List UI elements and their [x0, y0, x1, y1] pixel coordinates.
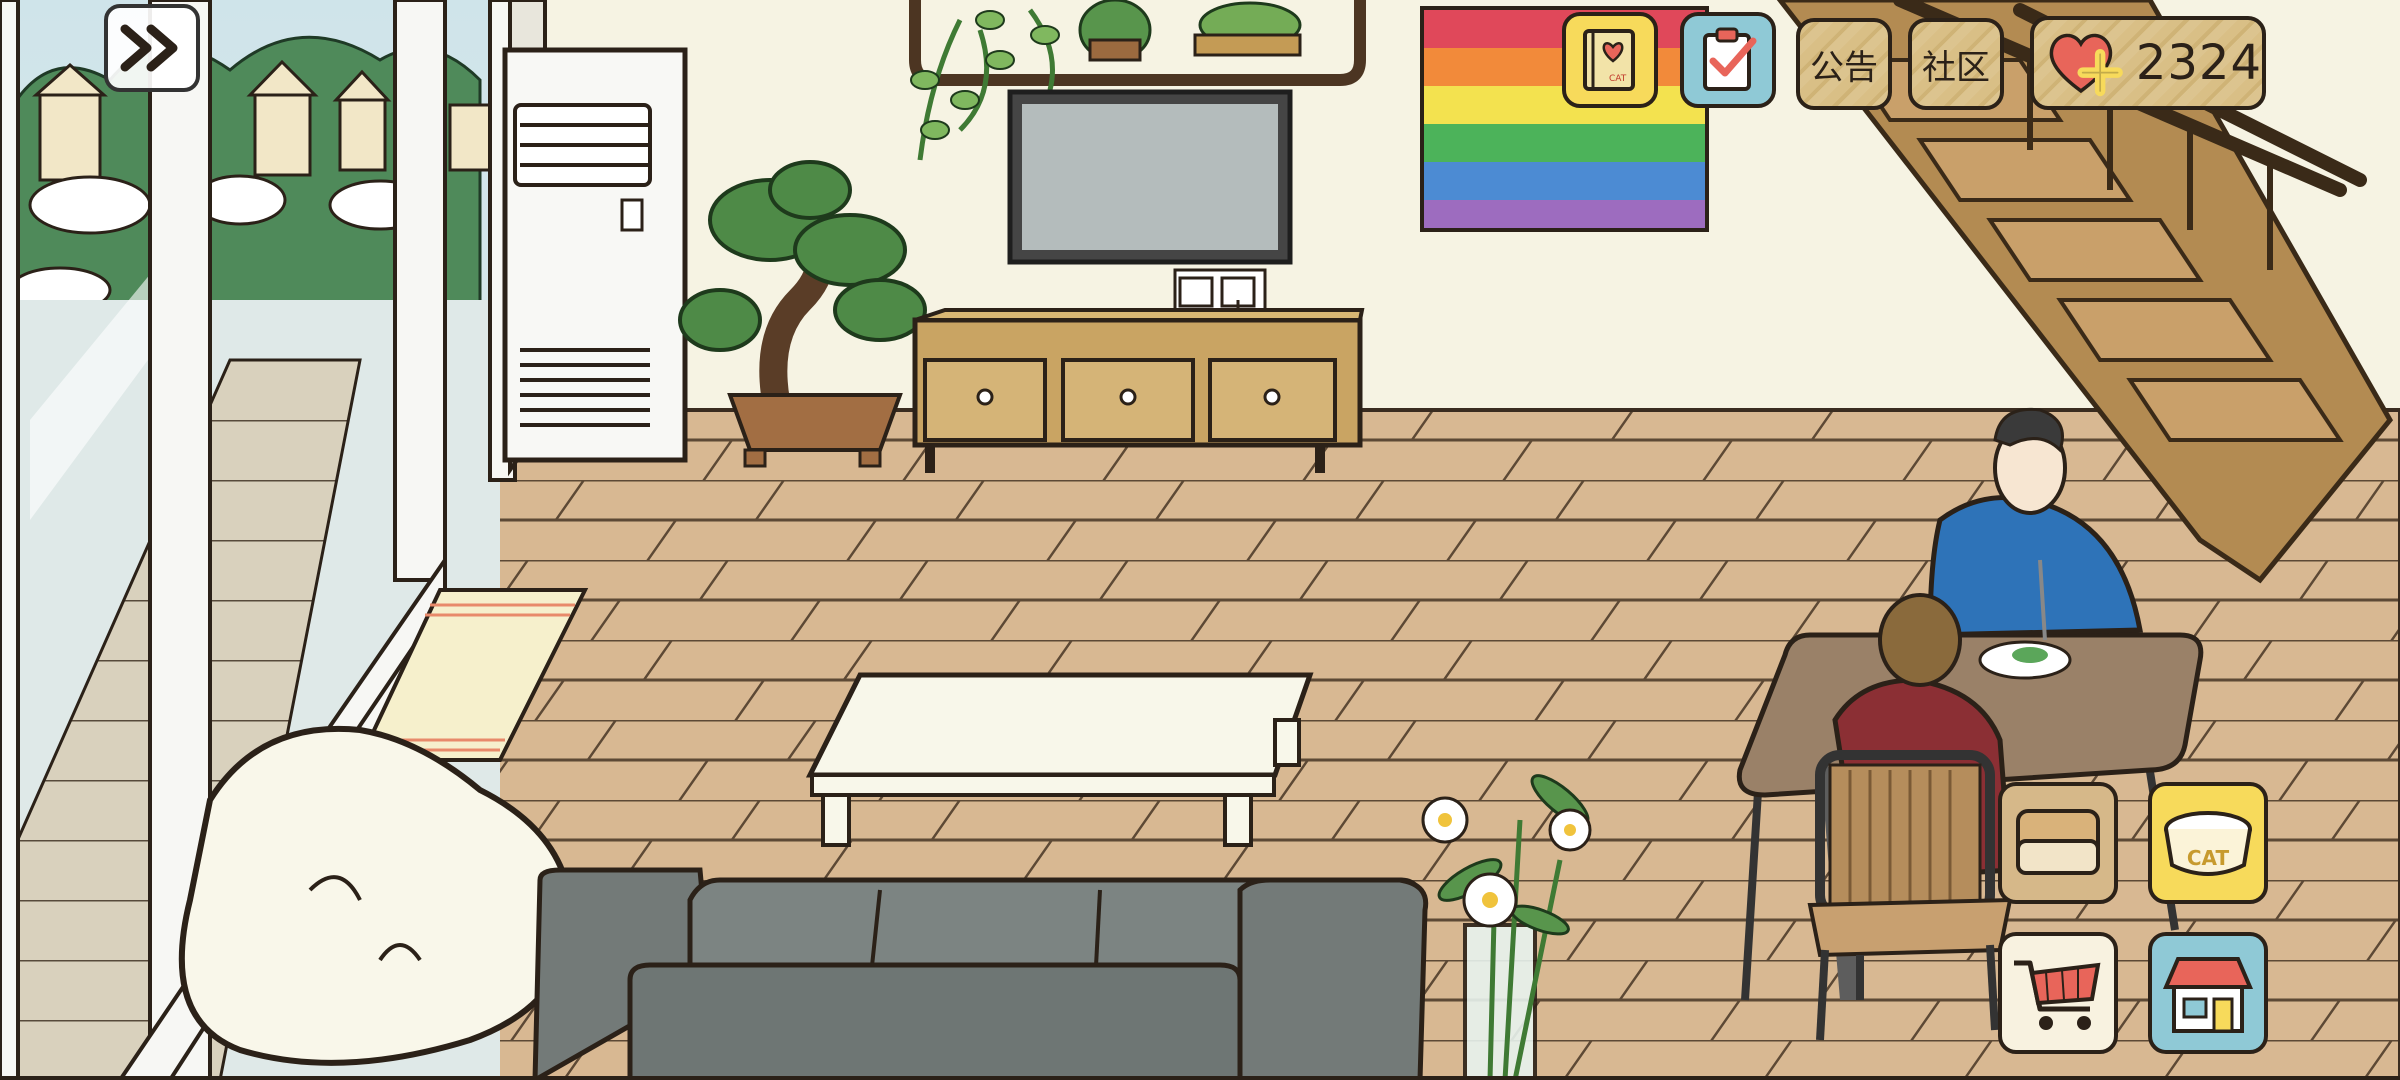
notice-label: 公告 [1810, 47, 1878, 88]
community-label: 社区 [1922, 47, 1990, 88]
home-store-button[interactable] [2148, 932, 2268, 1054]
food-box-icon [2016, 809, 2100, 875]
food-box-button[interactable] [1998, 782, 2118, 904]
double-chevron-right-icon [120, 24, 178, 72]
community-button[interactable]: 社区 [1908, 18, 2004, 110]
tasks-button[interactable] [1680, 12, 1776, 108]
cat-diary-book-icon: CAT [1583, 29, 1635, 91]
air-conditioner[interactable] [502, 47, 688, 463]
skip-button[interactable] [104, 4, 200, 92]
heart-plus-icon [2049, 33, 2123, 97]
diary-label: CAT [1609, 74, 1627, 84]
shopping-cart-icon [2014, 960, 2101, 1030]
cat-bowl-label: CAT [2187, 846, 2230, 870]
cat-diary-button[interactable]: CAT [1562, 12, 1658, 108]
cat-bowl-icon: CAT [2164, 811, 2252, 876]
living-room-scene [0, 0, 2400, 1080]
cat-bowl-button[interactable]: CAT [2148, 782, 2268, 904]
notice-button[interactable]: 公告 [1796, 18, 1892, 110]
sofa[interactable] [532, 867, 1429, 1080]
shop-cart-button[interactable] [1998, 932, 2118, 1054]
heart-count: 2324 [2135, 35, 2262, 91]
clipboard-check-icon [1703, 27, 1757, 91]
heart-currency-counter[interactable]: 2324 [2030, 16, 2266, 110]
store-house-icon [2162, 957, 2254, 1033]
